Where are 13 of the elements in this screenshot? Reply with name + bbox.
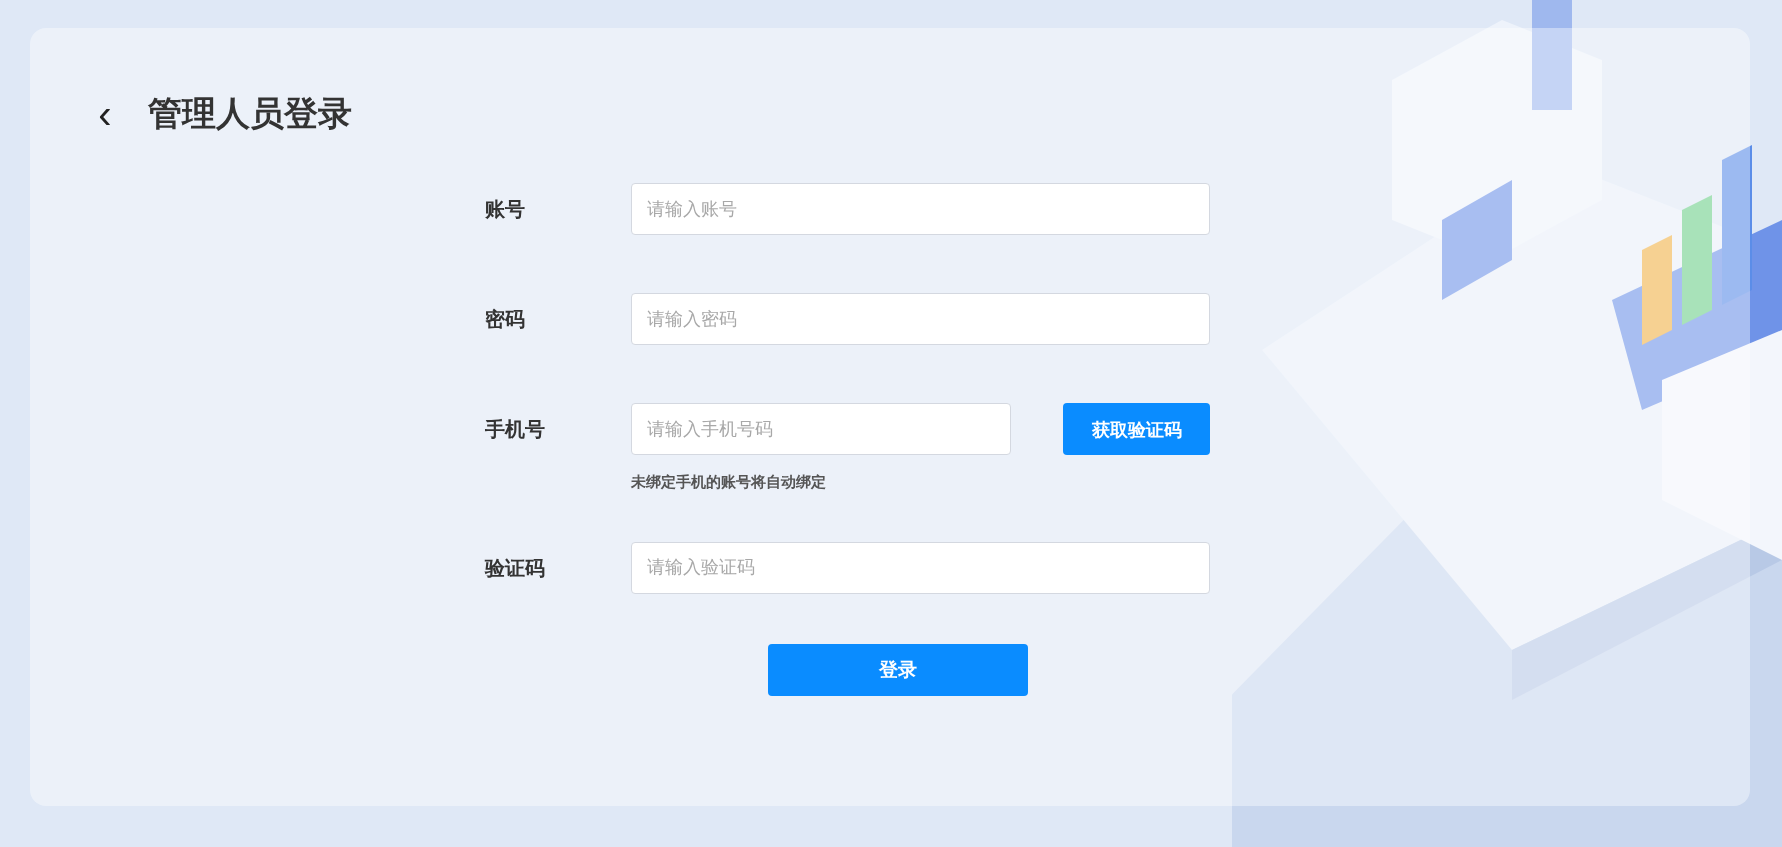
input-field[interactable]: 请输入验证码	[631, 541, 1210, 594]
field-label: 验证码	[485, 554, 546, 582]
back-icon[interactable]: ‹	[92, 93, 118, 134]
login-button[interactable]: 登录	[768, 643, 1028, 696]
field-label: 密码	[485, 306, 526, 333]
field-label: 账号	[485, 196, 526, 223]
field-label: 手机号	[485, 416, 546, 443]
get-code-button[interactable]: 获取验证码	[1063, 403, 1210, 455]
input-field[interactable]: 请输入手机号码	[631, 403, 1011, 455]
page-title: 管理人员登录	[148, 92, 352, 135]
hint-text: 未绑定手机的账号将自动绑定	[631, 472, 827, 492]
input-field[interactable]: 请输入账号	[631, 183, 1210, 235]
input-field[interactable]: 请输入密码	[631, 293, 1210, 345]
